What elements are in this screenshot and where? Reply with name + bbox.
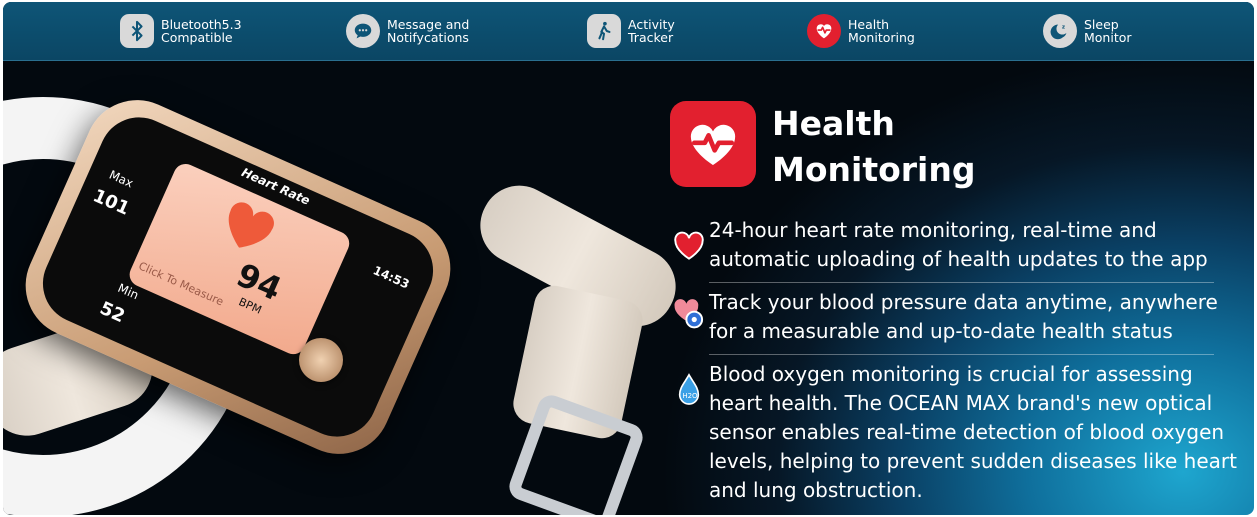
section-title: Health Monitoring (772, 104, 976, 189)
svg-text:z: z (1062, 24, 1065, 30)
feature-bluetooth: Bluetooth5.3 Compatible (120, 11, 242, 51)
feature-text: Blood oxygen monitoring is crucial for a… (709, 362, 1237, 502)
blood-pressure-icon (669, 288, 709, 346)
heart-icon (669, 216, 709, 274)
h2o-label: H2O (682, 392, 698, 400)
watch-crown (299, 338, 343, 382)
feature-text: 24-hour heart rate monitoring, real-time… (709, 218, 1208, 271)
divider (709, 282, 1214, 283)
bluetooth-icon (120, 14, 154, 48)
feature-label: Health Monitoring (848, 17, 915, 45)
message-icon (346, 14, 380, 48)
max-value: 101 (89, 185, 133, 220)
feature-label: Activity Tracker (628, 17, 675, 45)
watch-time: 14:53 (370, 263, 412, 292)
feature-message: Message and Notifycations (346, 11, 469, 51)
feature-health: Health Monitoring (807, 11, 915, 51)
heart-pulse-icon (807, 14, 841, 48)
feature-sleep: z Sleep Monitor (1043, 11, 1132, 51)
divider (709, 354, 1214, 355)
feature-item-blood-pressure: Track your blood pressure data anytime, … (669, 288, 1218, 346)
feature-label: Message and Notifycations (387, 17, 470, 45)
heart-rate-card: 94 BPM Click To Measure (125, 160, 354, 358)
product-banner: Bluetooth5.3 Compatible Message and Notify… (3, 2, 1254, 515)
feature-item-blood-oxygen: H2O Blood oxygen monitoring is crucial f… (669, 360, 1237, 505)
water-drop-icon: H2O (669, 360, 709, 505)
measure-button: Click To Measure (136, 259, 226, 309)
heart-icon (228, 202, 274, 248)
walking-icon (587, 14, 621, 48)
health-monitoring-icon (670, 101, 756, 187)
feature-label: Sleep Monitor (1084, 17, 1132, 45)
feature-item-heart-rate: 24-hour heart rate monitoring, real-time… (669, 216, 1208, 274)
feature-activity: Activity Tracker (587, 11, 675, 51)
feature-label: Bluetooth5.3 Compatible (161, 17, 242, 45)
max-label: Max (106, 167, 136, 191)
min-value: 52 (96, 297, 128, 328)
feature-text: Track your blood pressure data anytime, … (709, 290, 1218, 343)
sleep-icon: z (1043, 14, 1077, 48)
feature-bar: Bluetooth5.3 Compatible Message and Notify… (3, 2, 1254, 61)
